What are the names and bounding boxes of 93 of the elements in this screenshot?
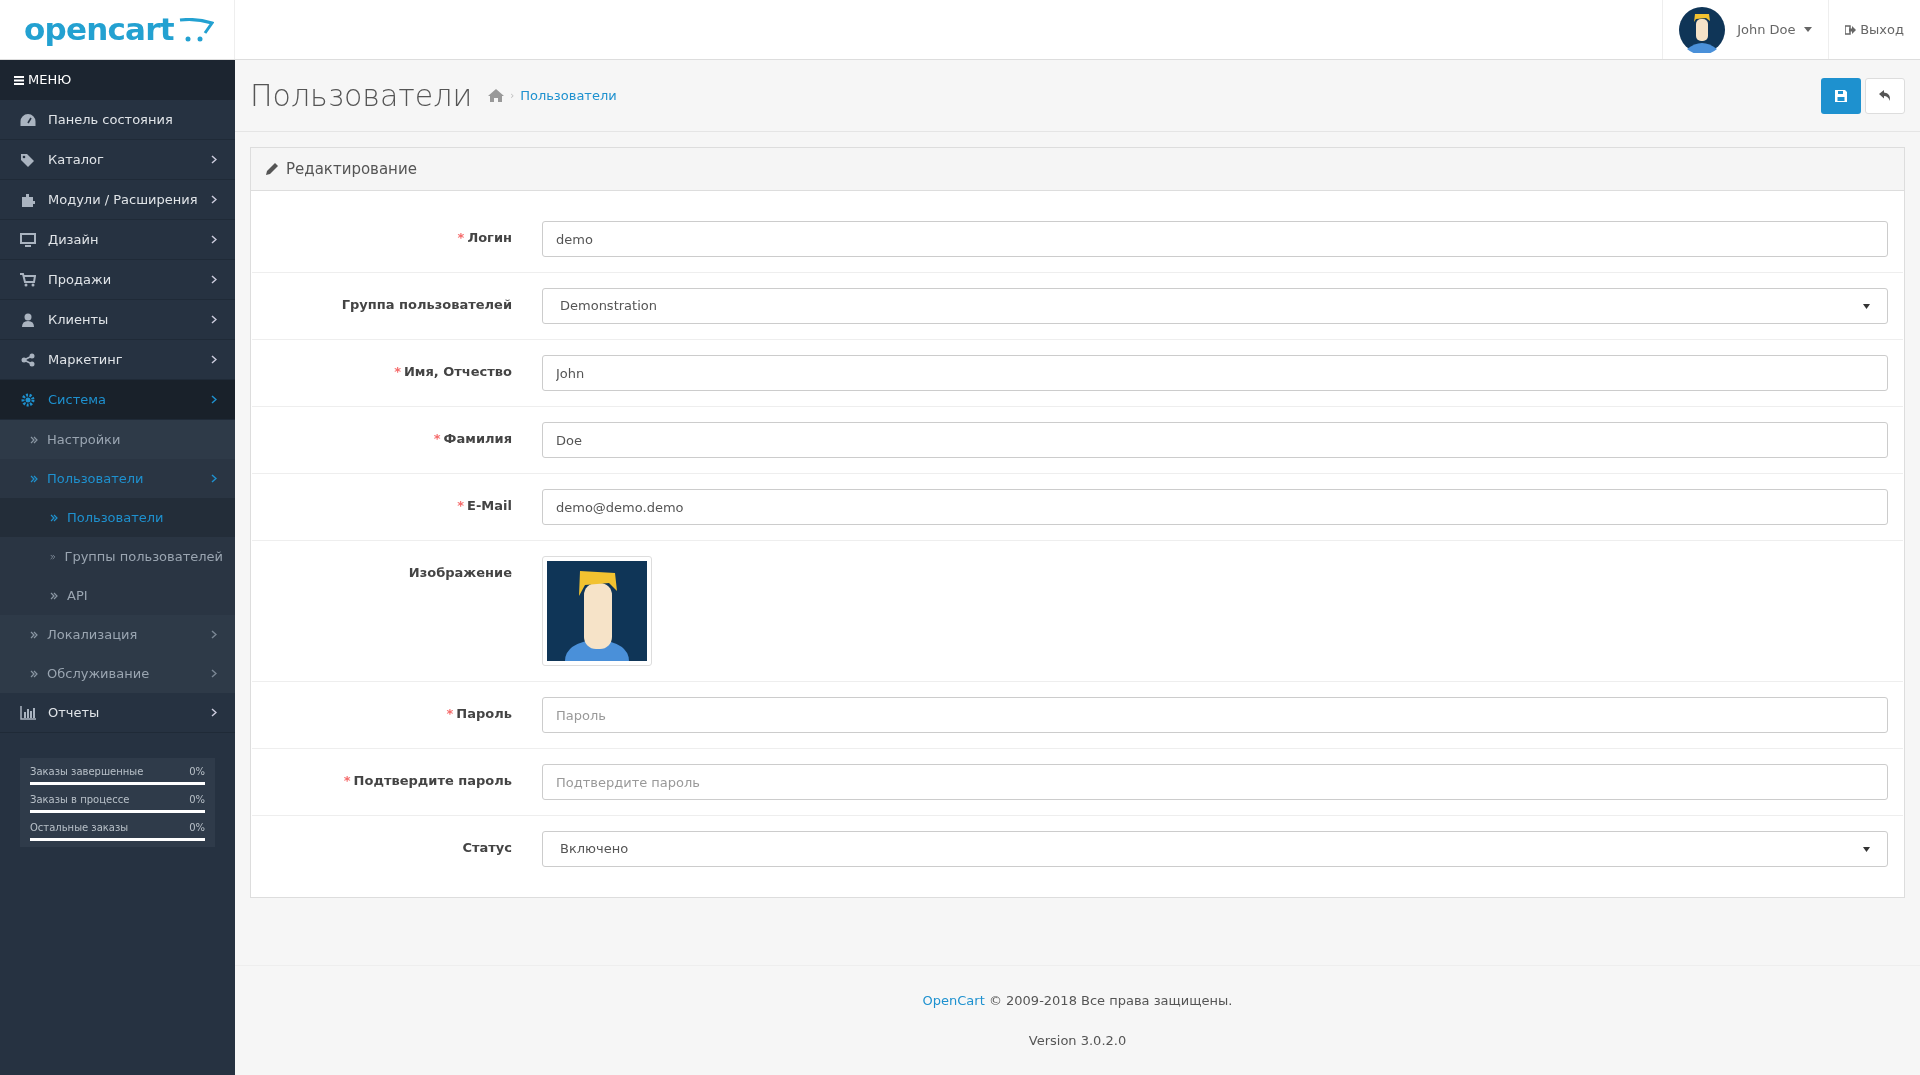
submenu-item[interactable]: API bbox=[0, 576, 235, 615]
required-mark: * bbox=[433, 431, 441, 446]
page-title: Пользователи bbox=[250, 77, 473, 115]
settings-icon bbox=[20, 392, 36, 407]
submenu-item[interactable]: Локализация bbox=[0, 615, 235, 654]
sidebar-item[interactable]: Система bbox=[0, 380, 235, 420]
menu-label: МЕНЮ bbox=[28, 71, 72, 90]
input-field[interactable]: Подтвердите пароль bbox=[542, 764, 1888, 800]
bar-chart-icon bbox=[20, 705, 36, 720]
sidebar-item[interactable]: Клиенты bbox=[0, 300, 235, 340]
logo-text: opencart bbox=[24, 14, 174, 45]
required-mark: * bbox=[446, 706, 454, 721]
stat-value: 0% bbox=[189, 793, 205, 807]
submenu-item[interactable]: Пользователи bbox=[0, 459, 235, 498]
user-avatar bbox=[1679, 6, 1726, 53]
dashboard-icon bbox=[20, 112, 36, 127]
field-label: Статус bbox=[461, 839, 513, 857]
chevron-icon bbox=[211, 669, 217, 678]
double-chevron-icon bbox=[30, 669, 38, 678]
caret-icon bbox=[1803, 27, 1812, 32]
required-mark: * bbox=[343, 773, 351, 788]
monitor-icon bbox=[20, 232, 36, 247]
sidebar-item[interactable]: Продажи bbox=[0, 260, 235, 300]
double-chevron-icon bbox=[50, 552, 56, 561]
menu-icon bbox=[14, 75, 24, 85]
stat-value: 0% bbox=[189, 765, 205, 779]
logout-link[interactable]: Выход bbox=[1845, 19, 1904, 40]
submenu-item[interactable]: Пользователи bbox=[0, 498, 235, 537]
chevron-icon bbox=[211, 155, 217, 164]
input-field[interactable]: demo bbox=[542, 221, 1888, 257]
save-icon bbox=[1835, 89, 1847, 102]
dropdown-arrow-icon bbox=[1863, 846, 1870, 852]
stat-label: Остальные заказы bbox=[30, 821, 129, 835]
required-mark: * bbox=[394, 364, 401, 379]
chevron-icon bbox=[211, 630, 217, 639]
chevron-icon bbox=[211, 708, 217, 717]
stat-label: Заказы завершенные bbox=[30, 765, 144, 779]
field-label: * Логин bbox=[456, 229, 513, 247]
user-menu[interactable]: John Doe bbox=[1737, 19, 1812, 40]
logout-icon bbox=[1845, 24, 1857, 35]
stat-value: 0% bbox=[189, 821, 205, 835]
home-icon bbox=[488, 89, 505, 102]
cart-icon bbox=[20, 272, 36, 287]
double-chevron-icon bbox=[50, 513, 58, 522]
chevron-icon bbox=[211, 395, 217, 404]
save-button[interactable] bbox=[1821, 77, 1861, 114]
dropdown-arrow-icon bbox=[1863, 303, 1870, 309]
reply-icon bbox=[1879, 90, 1891, 101]
input-field[interactable]: Doe bbox=[542, 422, 1888, 458]
copyright-text: OpenCart © 2009-2018 Все права защищены. bbox=[922, 992, 1233, 1010]
submenu-item[interactable]: Группы пользователей bbox=[0, 537, 235, 576]
required-mark: * bbox=[457, 498, 465, 513]
submenu-item[interactable]: Настройки bbox=[0, 420, 235, 459]
version-text: Version 3.0.2.0 bbox=[1028, 1031, 1127, 1050]
sidebar-item[interactable]: Дизайн bbox=[0, 220, 235, 260]
chevron-icon bbox=[211, 275, 217, 284]
sidebar-item[interactable]: Отчеты bbox=[0, 693, 235, 733]
chevron-icon bbox=[211, 474, 217, 483]
pencil-icon bbox=[266, 163, 278, 175]
select-field[interactable]: Включено bbox=[542, 831, 1888, 867]
sidebar-item[interactable]: Каталог bbox=[0, 140, 235, 180]
cart-icon bbox=[177, 17, 214, 42]
input-field[interactable]: Пароль bbox=[542, 697, 1888, 733]
chevron-icon bbox=[211, 315, 217, 324]
back-button[interactable] bbox=[1865, 77, 1905, 114]
puzzle-icon bbox=[20, 192, 36, 207]
double-chevron-icon bbox=[50, 591, 58, 600]
select-field[interactable]: Demonstration bbox=[542, 288, 1888, 324]
required-mark: * bbox=[457, 230, 465, 245]
sidebar-item[interactable]: Модули / Расширения bbox=[0, 180, 235, 220]
field-label: * Подтвердите пароль bbox=[342, 772, 513, 790]
chevron-icon bbox=[211, 195, 217, 204]
chevron-icon bbox=[211, 235, 217, 244]
field-label: * Фамилия bbox=[432, 430, 513, 448]
double-chevron-icon bbox=[30, 630, 38, 639]
user-icon bbox=[20, 312, 36, 327]
chevron-icon bbox=[211, 355, 217, 364]
share-icon bbox=[20, 352, 36, 367]
double-chevron-icon bbox=[30, 474, 38, 483]
breadcrumb-separator: › bbox=[510, 89, 515, 103]
field-label: Группа пользователей bbox=[340, 296, 513, 314]
submenu-item[interactable]: Обслуживание bbox=[0, 654, 235, 693]
input-field[interactable]: John bbox=[542, 355, 1888, 391]
tag-icon bbox=[20, 152, 36, 167]
field-label: * Пароль bbox=[445, 705, 513, 723]
field-label: * E-Mail bbox=[456, 497, 513, 515]
field-label: Изображение bbox=[407, 564, 513, 582]
panel-title: Редактирование bbox=[286, 158, 417, 180]
field-label: * Имя, Отчество bbox=[393, 363, 513, 381]
sidebar-item[interactable]: Панель состояния bbox=[0, 100, 235, 140]
input-field[interactable]: demo@demo.demo bbox=[542, 489, 1888, 525]
stat-label: Заказы в процессе bbox=[30, 793, 130, 807]
double-chevron-icon bbox=[30, 435, 38, 444]
